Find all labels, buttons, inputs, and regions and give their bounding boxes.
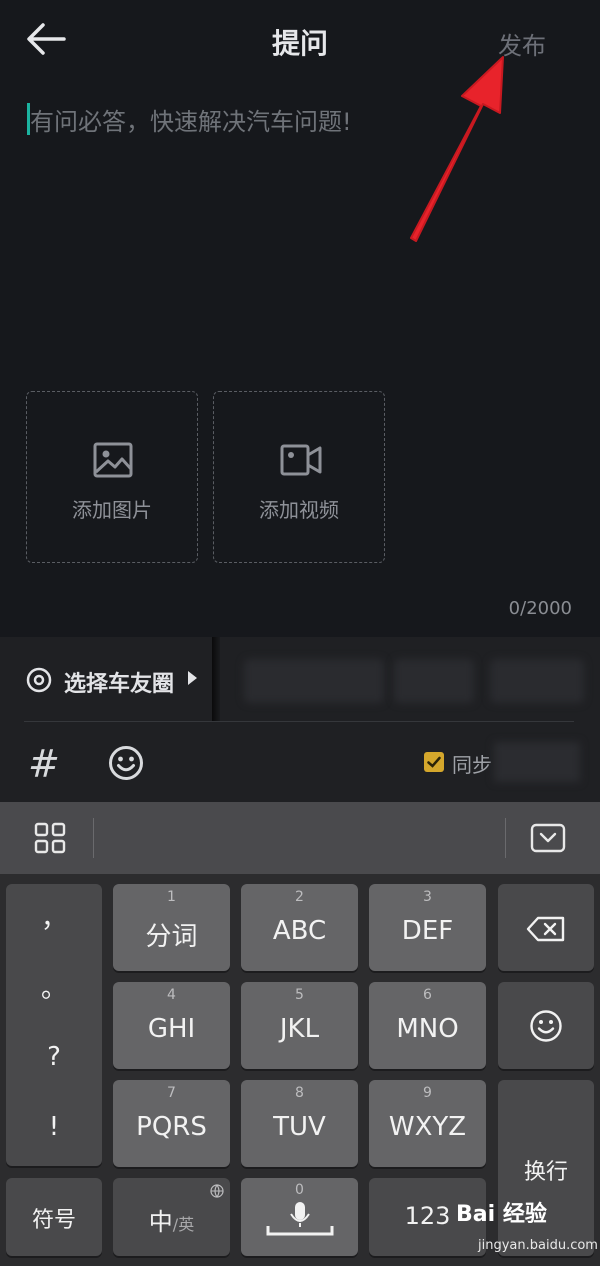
emoji-icon[interactable] (108, 745, 144, 781)
period-key[interactable]: 。 (6, 968, 102, 1005)
globe-icon (210, 1184, 224, 1198)
divider (93, 818, 94, 858)
key-2[interactable]: 2 ABC (241, 884, 358, 971)
key-label: MNO (396, 1014, 459, 1044)
backspace-key[interactable] (498, 884, 594, 971)
checkmark-icon (427, 756, 441, 768)
key-label: ABC (272, 916, 327, 946)
key-number: 3 (423, 889, 432, 905)
keyboard-toolbar (0, 802, 600, 874)
emoji-key[interactable] (498, 982, 594, 1069)
microphone-icon[interactable] (265, 1200, 335, 1240)
key-label: 分词 (145, 922, 198, 952)
key-label: GHI (147, 1014, 196, 1044)
key-5[interactable]: 5 JKL (241, 982, 358, 1069)
add-image-label: 添加图片 (72, 498, 152, 522)
key-label: PQRS (136, 1112, 207, 1142)
key-number: 4 (167, 987, 176, 1003)
keyboard-collapse-icon[interactable] (530, 823, 566, 853)
blurred-sync-target (494, 742, 580, 782)
key-3[interactable]: 3 DEF (369, 884, 486, 971)
language-switch-key[interactable]: 中/英 (113, 1178, 230, 1256)
key-label: WXYZ (388, 1112, 467, 1142)
blurred-circle-chip[interactable] (394, 659, 474, 703)
key-8[interactable]: 8 TUV (241, 1080, 358, 1167)
select-circle-label: 选择车友圈 (64, 672, 175, 697)
divider (212, 637, 220, 721)
baidu-watermark-logo: Bai 经验 (456, 1202, 547, 1227)
sync-label: 同步 (452, 753, 492, 777)
enter-key[interactable]: 换行 (498, 1080, 594, 1256)
symbol-key[interactable]: 符号 (6, 1178, 102, 1256)
blurred-circle-chip[interactable] (244, 659, 384, 703)
key-9[interactable]: 9 WXYZ (369, 1080, 486, 1167)
key-6[interactable]: 6 MNO (369, 982, 486, 1069)
publish-button[interactable]: 发布 (498, 26, 546, 61)
target-circle-icon (26, 667, 52, 693)
space-number: 0 (295, 1182, 304, 1198)
character-counter: 0/2000 (508, 598, 572, 619)
key-number: 7 (167, 1085, 176, 1101)
backspace-icon (526, 916, 565, 942)
question-input[interactable]: 有问必答，快速解决汽车问题! (30, 102, 352, 137)
enter-label: 换行 (523, 1160, 568, 1185)
image-icon (93, 442, 133, 478)
triangle-right-icon (188, 671, 197, 685)
blurred-circle-chip[interactable] (490, 659, 584, 703)
watermark-url: jingyan.baidu.com (478, 1238, 598, 1253)
key-1[interactable]: 1 分词 (113, 884, 230, 971)
lang-main: 中 (148, 1208, 173, 1236)
divider (24, 721, 574, 722)
question-key[interactable]: ? (6, 1042, 102, 1072)
sync-checkbox[interactable] (424, 752, 444, 772)
key-label: DEF (401, 916, 454, 946)
comma-key[interactable]: ， (6, 898, 102, 935)
add-video-button[interactable]: 添加视频 (213, 391, 385, 563)
space-key[interactable]: 0 (241, 1178, 358, 1256)
punctuation-key-column[interactable]: ， 。 ? ! (6, 884, 102, 1166)
exclamation-key[interactable]: ! (6, 1112, 102, 1142)
key-7[interactable]: 7 PQRS (113, 1080, 230, 1167)
grid-menu-icon[interactable] (34, 822, 66, 854)
key-number: 2 (295, 889, 304, 905)
key-number: 9 (423, 1085, 432, 1101)
key-number: 8 (295, 1085, 304, 1101)
emoji-icon (530, 1010, 562, 1042)
video-camera-icon (280, 444, 322, 476)
key-number: 6 (423, 987, 432, 1003)
add-video-label: 添加视频 (259, 498, 339, 522)
lang-sub: /英 (172, 1215, 195, 1234)
divider (505, 818, 506, 858)
hashtag-icon[interactable]: # (28, 742, 60, 786)
key-label: JKL (279, 1014, 320, 1044)
key-label: TUV (273, 1112, 326, 1142)
add-image-button[interactable]: 添加图片 (26, 391, 198, 563)
key-number: 5 (295, 987, 304, 1003)
key-4[interactable]: 4 GHI (113, 982, 230, 1069)
symbol-label: 符号 (31, 1208, 76, 1233)
key-number: 1 (167, 889, 176, 905)
